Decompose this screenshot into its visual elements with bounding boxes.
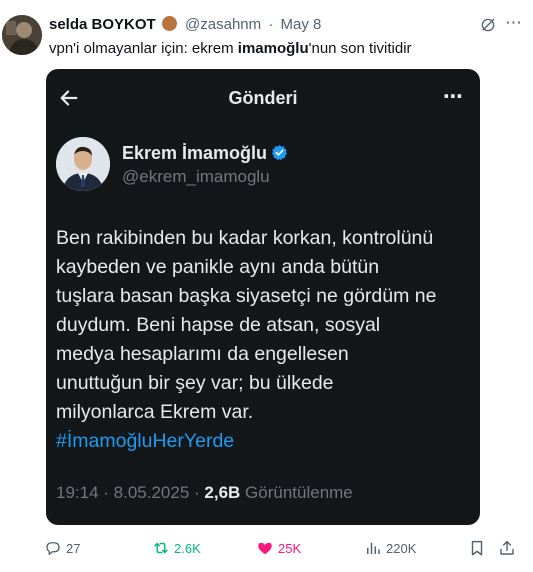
- like-button[interactable]: 25K: [256, 537, 301, 559]
- views-count: 220K: [386, 540, 417, 556]
- attached-screenshot-image[interactable]: Gönderi ⋯ Ekrem İmamoğlu @ekrem_imamoglu…: [46, 69, 480, 525]
- tweet-header: selda BOYKOT @zasahnm · May 8 ⋯: [49, 14, 523, 38]
- quoted-author-name-row: Ekrem İmamoğlu: [122, 143, 288, 164]
- repost-icon: [154, 542, 168, 554]
- quoted-text-line: duydum. Beni hapse de atsan, sosyal: [56, 314, 381, 336]
- quoted-avatar-photo: [56, 137, 110, 191]
- more-options-icon[interactable]: ⋯: [505, 14, 523, 31]
- author-name[interactable]: selda BOYKOT: [49, 16, 156, 33]
- bookmark-icon: [471, 540, 483, 556]
- action-bar: 27 2.6K 25K 220K: [44, 537, 514, 559]
- quoted-text-line: tuşlara basan başka siyasetçi ne gördüm …: [56, 285, 437, 307]
- post-text-part: 'nun son tivitidir: [308, 40, 412, 57]
- share-button[interactable]: [498, 537, 520, 559]
- quoted-view-count: 2,6B: [204, 483, 241, 502]
- screenshot-page-title: Gönderi: [228, 88, 298, 108]
- quoted-meta: 19:14 · 8.05.2025 · 2,6B Görüntülenme: [56, 483, 353, 503]
- quoted-text-line: kaybeden ve panikle aynı anda bütün: [56, 256, 380, 278]
- separator-dot: ·: [268, 16, 274, 33]
- screenshot-more-icon: ⋯: [443, 86, 464, 108]
- repost-count: 2.6K: [174, 540, 201, 556]
- author-avatar[interactable]: [2, 15, 42, 55]
- monkey-emoji-icon: [161, 16, 177, 31]
- quoted-text-line: medya hesaplarımı da engellesen: [56, 343, 349, 365]
- quoted-text-line: milyonlarca Ekrem var.: [56, 401, 254, 423]
- share-icon: [500, 540, 514, 555]
- quoted-author-avatar: [56, 137, 110, 191]
- grok-icon[interactable]: [479, 16, 497, 34]
- quoted-tweet-body: Ben rakibinden bu kadar korkan, kontrolü…: [56, 224, 476, 456]
- bookmark-button[interactable]: [468, 537, 490, 559]
- quoted-hashtag: #İmamoğluHerYerde: [56, 430, 235, 452]
- screenshot-top-bar: Gönderi ⋯: [46, 69, 480, 127]
- repost-button[interactable]: 2.6K: [152, 537, 201, 559]
- post-text: vpn'i olmayanlar için: ekrem imamoğlu'nu…: [49, 40, 412, 57]
- tweet: selda BOYKOT @zasahnm · May 8 ⋯ vpn'i ol…: [0, 0, 533, 572]
- quoted-timestamp: 19:14 · 8.05.2025 ·: [56, 483, 205, 502]
- heart-icon: [258, 542, 272, 555]
- reply-count: 27: [66, 540, 81, 556]
- quoted-author-name: Ekrem İmamoğlu: [122, 143, 268, 163]
- quoted-author-handle: @ekrem_imamoglu: [122, 167, 270, 186]
- reply-button[interactable]: 27: [44, 537, 80, 559]
- views-button[interactable]: 220K: [364, 537, 416, 559]
- author-handle[interactable]: @zasahnm: [185, 16, 261, 33]
- post-date[interactable]: May 8: [280, 16, 321, 33]
- quoted-text-line: Ben rakibinden bu kadar korkan, kontrolü…: [56, 227, 434, 249]
- post-text-bold: imamoğlu: [237, 40, 309, 57]
- post-text-part: vpn'i olmayanlar için: ekrem: [49, 40, 238, 57]
- quoted-views-label: Görüntülenme: [240, 483, 353, 502]
- quoted-text-line: unuttuğun bir şey var; bu ülkede: [56, 372, 334, 394]
- like-count: 25K: [278, 540, 302, 556]
- avatar-photo: [2, 15, 42, 55]
- verified-badge-icon: [272, 145, 287, 161]
- analytics-icon: [367, 542, 380, 554]
- reply-icon: [46, 542, 60, 556]
